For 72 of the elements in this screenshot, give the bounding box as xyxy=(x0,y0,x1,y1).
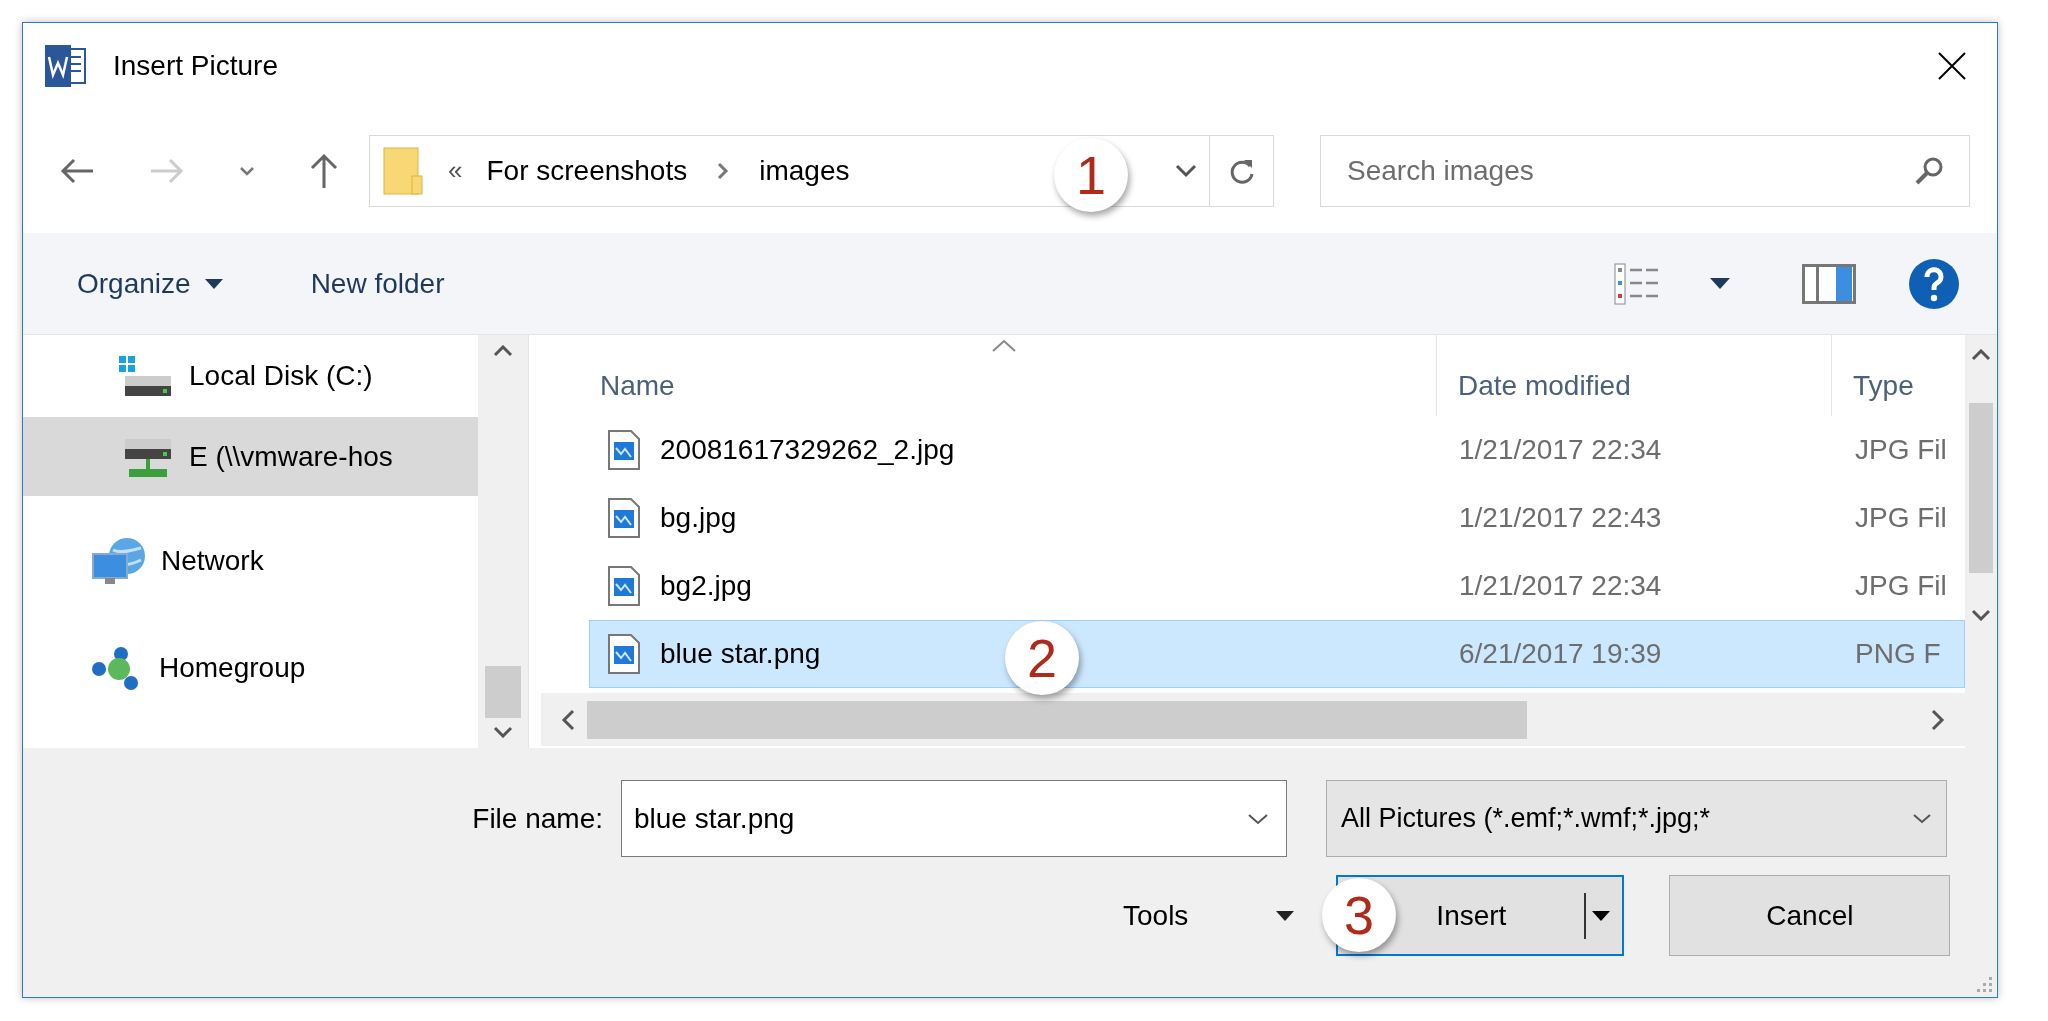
file-name: bg.jpg xyxy=(660,501,737,535)
cancel-button[interactable]: Cancel xyxy=(1669,875,1951,956)
nav-item-label: Network xyxy=(161,544,264,578)
nav-item-label: Homegroup xyxy=(159,651,306,685)
caret-icon xyxy=(1276,910,1295,921)
image-file-icon xyxy=(608,498,640,538)
breadcrumb[interactable]: images xyxy=(749,149,860,192)
up-arrow-icon[interactable] xyxy=(309,152,339,189)
file-type-dropdown[interactable]: All Pictures (*.emf;*.wmf;*.jpg;* xyxy=(1326,780,1947,857)
search-field[interactable]: Search images xyxy=(1320,134,1970,207)
nav-item[interactable]: E (\\vmware-hos xyxy=(23,417,478,496)
back-arrow-icon[interactable] xyxy=(59,156,95,185)
chevron-down-icon[interactable] xyxy=(1247,812,1269,825)
column-header[interactable]: Name xyxy=(589,335,1436,416)
drive-icon xyxy=(117,354,173,398)
file-name: blue star.png xyxy=(660,637,821,671)
file-row[interactable]: bg.jpg 1/21/2017 22:43 JPG Fil xyxy=(589,484,1965,552)
overflow-chevrons[interactable]: « xyxy=(448,151,463,190)
chevron-up-icon[interactable] xyxy=(1971,349,1991,361)
step-number-tooltip: 1 xyxy=(1054,138,1128,212)
date-cell-text: 6/21/2017 19:39 xyxy=(1458,637,1663,671)
type-cell-text: JPG Fil xyxy=(1854,501,1948,535)
nav-item-label: Local Disk (C:) xyxy=(189,359,373,393)
new-folder-button[interactable]: New folder xyxy=(290,256,465,311)
close-icon xyxy=(1937,50,1967,81)
chevron-down-icon[interactable] xyxy=(239,165,255,176)
help-icon[interactable] xyxy=(1908,257,1961,310)
date-cell-text: 1/21/2017 22:43 xyxy=(1458,501,1663,535)
nav-item[interactable]: Homegroup xyxy=(23,630,478,706)
date-cell-text: 1/21/2017 22:34 xyxy=(1458,433,1663,467)
type-cell-text: JPG Fil xyxy=(1854,569,1948,603)
file-name-field[interactable]: blue star.png xyxy=(621,780,1287,857)
caret-icon xyxy=(1592,910,1611,921)
file-name-label: File name: xyxy=(471,801,604,836)
file-name: 20081617329262_2.jpg xyxy=(660,433,955,467)
word-icon xyxy=(43,42,89,89)
file-row[interactable]: bg2.jpg 1/21/2017 22:34 JPG Fil xyxy=(589,552,1965,620)
nav-item[interactable]: Local Disk (C:) xyxy=(23,335,478,417)
tools-menu[interactable]: Tools xyxy=(1123,894,1295,937)
chevron-down-icon[interactable] xyxy=(493,726,513,738)
scrollbar[interactable] xyxy=(1965,335,1997,748)
chevron-down-icon[interactable] xyxy=(1971,609,1991,621)
scrollbar[interactable] xyxy=(478,335,528,748)
caret-icon xyxy=(204,278,223,289)
file-row[interactable]: 20081617329262_2.jpg 1/21/2017 22:34 JPG Fil xyxy=(589,416,1965,484)
nav-item[interactable]: Network xyxy=(23,523,478,599)
caret-icon[interactable] xyxy=(1710,278,1731,289)
chevron-down-icon xyxy=(1912,813,1932,824)
column-header[interactable]: Date modified xyxy=(1436,335,1831,416)
type-cell-text: PNG F xyxy=(1854,637,1942,671)
organize-menu[interactable]: Organize xyxy=(57,256,243,311)
window-title: Insert Picture xyxy=(113,48,278,83)
image-file-icon xyxy=(608,566,640,606)
date-cell-text: 1/21/2017 22:34 xyxy=(1458,569,1663,603)
search-icon[interactable] xyxy=(1914,155,1944,186)
chevron-right-icon[interactable] xyxy=(1931,708,1945,731)
nav-item-label: E (\\vmware-hos xyxy=(189,439,393,474)
breadcrumb[interactable]: For screenshots xyxy=(476,149,698,192)
image-file-icon xyxy=(608,634,640,674)
type-cell-text: JPG Fil xyxy=(1854,433,1948,467)
folder-icon xyxy=(382,145,424,196)
scrollbar[interactable] xyxy=(541,693,1965,746)
chevron-left-icon[interactable] xyxy=(561,708,575,731)
chevron-down-icon xyxy=(1175,163,1197,178)
chevron-up-icon[interactable] xyxy=(493,345,513,357)
preview-pane-icon[interactable] xyxy=(1802,263,1857,304)
file-name: bg2.jpg xyxy=(660,569,752,603)
image-file-icon xyxy=(608,430,640,470)
chevron-right-icon[interactable] xyxy=(717,161,730,180)
scroll-thumb[interactable] xyxy=(1969,403,1993,573)
scroll-thumb[interactable] xyxy=(587,700,1527,739)
scroll-thumb[interactable] xyxy=(485,666,521,718)
